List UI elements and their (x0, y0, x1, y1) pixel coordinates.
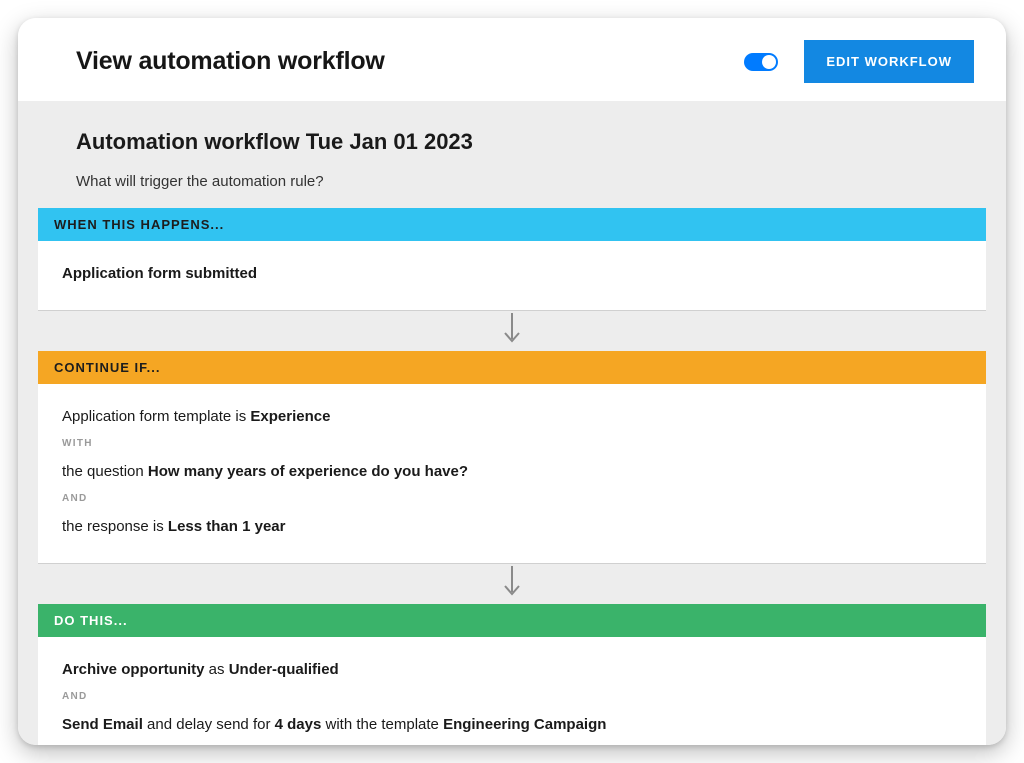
page-title: View automation workflow (76, 47, 385, 76)
cond-l3-value: Less than 1 year (168, 518, 286, 535)
enable-toggle[interactable] (744, 53, 778, 71)
act-l1-mid: as (205, 661, 229, 678)
workflow-subtitle: What will trigger the automation rule? (76, 173, 986, 190)
when-section-body: Application form submitted (38, 241, 986, 311)
cond-l2-value: How many years of experience do you have… (148, 463, 468, 480)
top-actions: EDIT WORKFLOW (744, 40, 974, 83)
cond-l3-text: the response is (62, 518, 168, 535)
keyword-and: AND (62, 690, 962, 704)
action-section-head: DO THIS... (38, 604, 986, 637)
condition-line-3: the response is Less than 1 year (62, 516, 962, 537)
when-trigger-text: Application form submitted (62, 265, 257, 282)
condition-line-1: Application form template is Experience (62, 406, 962, 427)
keyword-with: WITH (62, 437, 962, 451)
condition-section-head: CONTINUE IF... (38, 351, 986, 384)
cond-l1-text: Application form template is (62, 408, 250, 425)
arrow-down-icon (38, 311, 986, 351)
cond-l1-value: Experience (250, 408, 330, 425)
keyword-and: AND (62, 492, 962, 506)
workflow-body: Automation workflow Tue Jan 01 2023 What… (18, 101, 1006, 745)
condition-section-body: Application form template is Experience … (38, 384, 986, 564)
act-l1-value: Under-qualified (229, 661, 339, 678)
toggle-knob (762, 55, 776, 69)
act-l2-action: Send Email (62, 716, 143, 733)
condition-line-2: the question How many years of experienc… (62, 461, 962, 482)
act-l2-mid2: with the template (321, 716, 443, 733)
act-l1-action: Archive opportunity (62, 661, 205, 678)
action-line-2: Send Email and delay send for 4 days wit… (62, 714, 962, 735)
workflow-title: Automation workflow Tue Jan 01 2023 (76, 129, 986, 155)
workflow-card: View automation workflow EDIT WORKFLOW A… (18, 18, 1006, 745)
cond-l2-text: the question (62, 463, 148, 480)
act-l2-delay: 4 days (275, 716, 322, 733)
act-l2-mid1: and delay send for (143, 716, 275, 733)
arrow-down-icon (38, 564, 986, 604)
action-section-body: Archive opportunity as Under-qualified A… (38, 637, 986, 745)
act-l2-template: Engineering Campaign (443, 716, 606, 733)
when-section-head: WHEN THIS HAPPENS... (38, 208, 986, 241)
edit-workflow-button[interactable]: EDIT WORKFLOW (804, 40, 974, 83)
top-bar: View automation workflow EDIT WORKFLOW (18, 18, 1006, 101)
action-line-1: Archive opportunity as Under-qualified (62, 659, 962, 680)
